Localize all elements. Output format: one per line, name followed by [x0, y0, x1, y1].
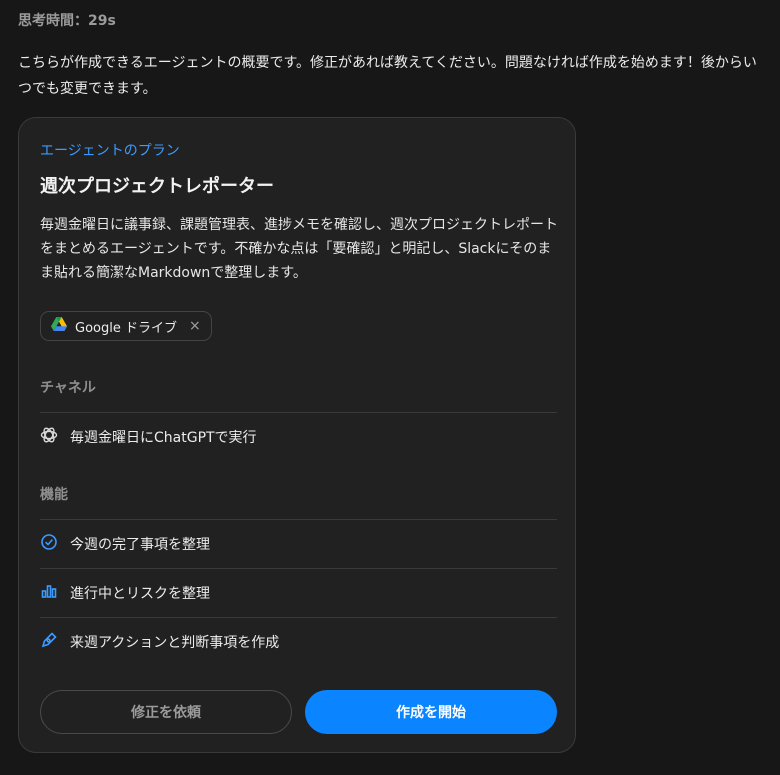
card-description: 毎週金曜日に議事録、課題管理表、進捗メモを確認し、週次プロジェクトレポートをまと… — [40, 217, 558, 281]
close-icon[interactable]: × — [189, 318, 201, 334]
check-circle-icon — [40, 533, 58, 555]
feature-item-label: 進行中とリスクを整理 — [70, 586, 210, 602]
feature-item-label: 今週の完了事項を整理 — [70, 537, 210, 553]
channel-item-label: 毎週金曜日にChatGPTで実行 — [70, 430, 257, 446]
google-drive-chip: Google ドライブ × — [40, 311, 212, 341]
channel-section-label: チャネル — [40, 380, 96, 396]
assistant-message: こちらが作成できるエージェントの概要です。修正があれば教えてください。問題なけれ… — [18, 55, 757, 97]
chatgpt-icon — [40, 426, 58, 448]
pen-icon — [40, 631, 58, 653]
agent-plan-card: エージェントのプラン 週次プロジェクトレポーター 毎週金曜日に議事録、課題管理表… — [18, 117, 576, 753]
channel-item: 毎週金曜日にChatGPTで実行 — [40, 425, 557, 449]
feature-item: 来週アクションと判断事項を作成 — [40, 630, 557, 654]
features-section-label: 機能 — [40, 487, 68, 503]
feature-item: 進行中とリスクを整理 — [40, 581, 557, 605]
card-kicker: エージェントのプラン — [40, 143, 180, 159]
google-drive-icon — [51, 317, 67, 335]
request-revision-button[interactable]: 修正を依頼 — [40, 690, 292, 734]
feature-item: 今週の完了事項を整理 — [40, 532, 557, 556]
start-creation-button[interactable]: 作成を開始 — [305, 690, 557, 734]
chip-label: Google ドライブ — [75, 320, 177, 336]
divider — [40, 519, 557, 520]
divider — [40, 617, 557, 618]
thinking-time-label[interactable]: 思考時間：29s — [18, 10, 116, 30]
divider — [40, 412, 557, 413]
divider — [40, 568, 557, 569]
feature-item-label: 来週アクションと判断事項を作成 — [70, 635, 280, 651]
bar-chart-icon — [40, 582, 58, 604]
card-title: 週次プロジェクトレポーター — [40, 176, 274, 197]
